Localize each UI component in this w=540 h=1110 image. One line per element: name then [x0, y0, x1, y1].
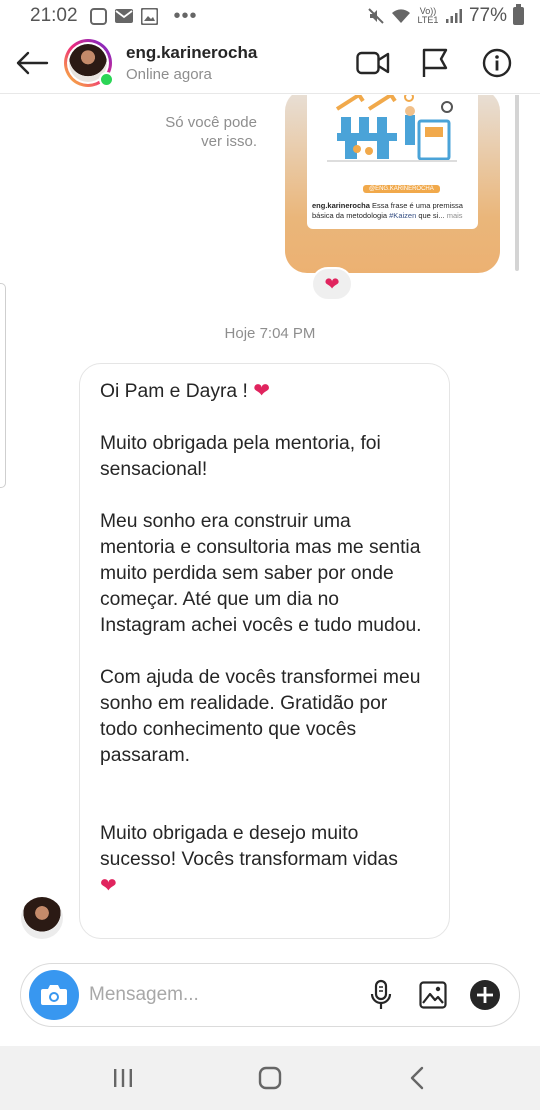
battery-icon	[513, 4, 524, 25]
back-button[interactable]	[0, 32, 64, 94]
chat-header: eng.karinerocha Online agora	[0, 32, 540, 94]
message-bubble[interactable]: Oi Pam e Dayra ! ❤ Muito obrigada pela m…	[79, 363, 450, 939]
message-thread[interactable]: Só você pode ver isso. @ENG.KARINEROCHA …	[0, 95, 540, 957]
username: eng.karinerocha	[126, 42, 258, 62]
nav-back-button[interactable]	[387, 1053, 447, 1103]
network-label: Vo)) LTE1	[417, 6, 439, 25]
factory-illustration	[327, 95, 457, 162]
scrollbar[interactable]	[515, 95, 519, 271]
mute-icon	[368, 8, 384, 24]
video-call-button[interactable]	[342, 38, 404, 88]
shared-story-card[interactable]: @ENG.KARINEROCHA eng.karinerocha Essa fr…	[285, 95, 500, 273]
home-icon	[258, 1066, 282, 1090]
gallery-button[interactable]	[407, 970, 459, 1020]
voice-message-button[interactable]	[355, 970, 407, 1020]
user-info[interactable]: eng.karinerocha Online agora	[126, 43, 257, 83]
story-preview: @ENG.KARINEROCHA eng.karinerocha Essa fr…	[307, 95, 478, 229]
message-paragraph: Muito obrigada pela mentoria, foi sensac…	[100, 433, 381, 480]
gallery-icon	[419, 981, 447, 1009]
wifi-icon	[391, 9, 410, 23]
message-greeting: Oi Pam e Dayra ! ❤	[100, 380, 270, 402]
system-navigation-bar	[0, 1046, 540, 1110]
heart-icon: ❤	[253, 380, 270, 402]
message-paragraph: Muito obrigada e desejo muito sucesso! V…	[100, 823, 398, 870]
mail-notification-icon	[114, 9, 133, 23]
image-notification-icon	[140, 7, 158, 25]
online-status: Online agora	[126, 65, 212, 83]
message-input[interactable]	[89, 984, 355, 1006]
more-notifications-indicator: •••	[173, 5, 198, 27]
message-paragraph: Meu sonho era construir uma mentoria e c…	[100, 511, 422, 636]
message-closing-heart: ❤	[100, 873, 429, 900]
microphone-icon	[370, 979, 392, 1009]
flag-icon	[422, 48, 448, 77]
home-button[interactable]	[240, 1053, 300, 1103]
camera-icon	[41, 985, 67, 1005]
instagram-notification-icon	[89, 7, 107, 25]
heart-reaction[interactable]: ❤	[311, 267, 353, 301]
online-indicator	[99, 71, 114, 87]
camera-button[interactable]	[29, 970, 79, 1020]
report-button[interactable]	[404, 38, 466, 88]
status-time: 21:02	[30, 5, 78, 26]
notification-icons: •••	[89, 5, 198, 27]
plus-circle-icon	[470, 980, 500, 1010]
message-composer	[20, 963, 520, 1027]
info-icon	[482, 48, 512, 77]
sender-avatar[interactable]	[21, 897, 63, 939]
more-options-button[interactable]	[459, 970, 511, 1020]
message-timestamp: Hoje 7:04 PM	[224, 325, 316, 342]
info-button[interactable]	[466, 38, 528, 88]
avatar[interactable]	[64, 38, 114, 87]
battery-percent: 77%	[468, 5, 507, 26]
story-caption: eng.karinerocha Essa frase é uma premiss…	[312, 201, 463, 220]
video-camera-icon	[356, 51, 390, 74]
story-brand-tag: @ENG.KARINEROCHA	[363, 185, 440, 193]
signal-icon	[445, 9, 462, 23]
recent-apps-button[interactable]	[93, 1053, 153, 1103]
recent-apps-icon	[114, 1069, 133, 1087]
status-bar: 21:02 ••• Vo)) LTE1 77%	[0, 0, 540, 32]
heart-icon: ❤	[100, 875, 117, 897]
heart-icon: ❤	[324, 273, 340, 294]
nav-back-icon	[410, 1066, 423, 1090]
edge-panel-handle[interactable]	[0, 283, 6, 488]
story-visibility-note: Só você pode ver isso.	[165, 114, 257, 150]
arrow-left-icon	[16, 51, 49, 74]
message-paragraph: Com ajuda de vocês transformei meu sonho…	[100, 667, 421, 766]
